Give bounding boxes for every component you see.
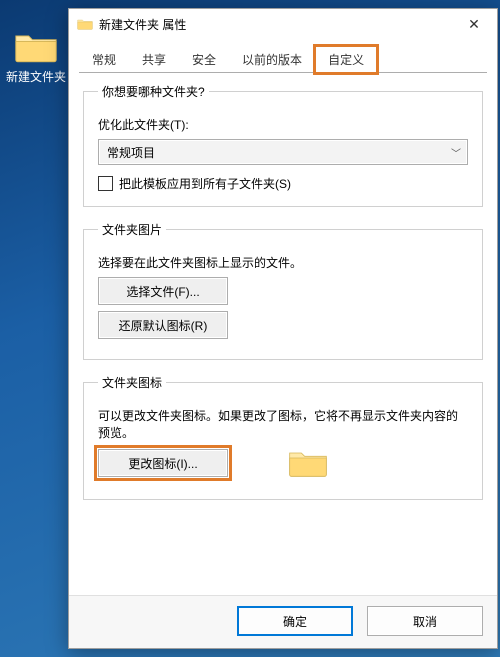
desktop-background: 新建文件夹 新建文件夹 属性 ✕ 常规 共享 安全 以前的版本 自定义 你想要哪… — [0, 0, 500, 657]
dialog-title: 新建文件夹 属性 — [99, 16, 451, 33]
folder-picture-description: 选择要在此文件夹图标上显示的文件。 — [98, 254, 468, 271]
apply-subfolders-row[interactable]: 把此模板应用到所有子文件夹(S) — [98, 175, 468, 192]
group-folder-picture-legend: 文件夹图片 — [98, 221, 166, 238]
optimize-dropdown-value: 常规项目 — [107, 144, 155, 161]
tab-customize[interactable]: 自定义 — [315, 46, 377, 73]
chevron-down-icon: ﹀ — [451, 145, 461, 160]
desktop-folder-shortcut[interactable]: 新建文件夹 — [6, 30, 66, 85]
tab-security[interactable]: 安全 — [179, 46, 229, 73]
customize-sheet: 你想要哪种文件夹? 优化此文件夹(T): 常规项目 ﹀ 把此模板应用到所有子文件… — [69, 73, 497, 595]
cancel-button[interactable]: 取消 — [367, 606, 483, 636]
desktop-folder-label: 新建文件夹 — [6, 68, 66, 85]
folder-icon-preview — [288, 447, 328, 479]
ok-button[interactable]: 确定 — [237, 606, 353, 636]
titlebar[interactable]: 新建文件夹 属性 ✕ — [69, 9, 497, 39]
optimize-label: 优化此文件夹(T): — [98, 116, 468, 133]
tab-previous[interactable]: 以前的版本 — [229, 46, 315, 73]
titlebar-folder-icon — [77, 17, 93, 31]
apply-subfolders-label: 把此模板应用到所有子文件夹(S) — [119, 175, 291, 192]
restore-default-icon-button[interactable]: 还原默认图标(R) — [98, 311, 228, 339]
group-folder-picture: 文件夹图片 选择要在此文件夹图标上显示的文件。 选择文件(F)... 还原默认图… — [83, 221, 483, 360]
tab-strip: 常规 共享 安全 以前的版本 自定义 — [69, 39, 497, 72]
close-button[interactable]: ✕ — [451, 9, 497, 39]
close-icon: ✕ — [468, 16, 480, 33]
tab-general[interactable]: 常规 — [79, 46, 129, 73]
optimize-dropdown[interactable]: 常规项目 ﹀ — [98, 139, 468, 165]
tab-sharing[interactable]: 共享 — [129, 46, 179, 73]
folder-icon-description: 可以更改文件夹图标。如果更改了图标，它将不再显示文件夹内容的预览。 — [98, 407, 468, 441]
properties-dialog: 新建文件夹 属性 ✕ 常规 共享 安全 以前的版本 自定义 你想要哪种文件夹? … — [68, 8, 498, 649]
group-folder-icon-legend: 文件夹图标 — [98, 374, 166, 391]
group-folder-icon: 文件夹图标 可以更改文件夹图标。如果更改了图标，它将不再显示文件夹内容的预览。 … — [83, 374, 483, 500]
dialog-footer: 确定 取消 — [69, 595, 497, 648]
change-icon-button[interactable]: 更改图标(I)... — [98, 449, 228, 477]
folder-icon — [14, 30, 58, 64]
choose-file-button[interactable]: 选择文件(F)... — [98, 277, 228, 305]
apply-subfolders-checkbox[interactable] — [98, 176, 113, 191]
group-folder-type-legend: 你想要哪种文件夹? — [98, 83, 209, 100]
group-folder-type: 你想要哪种文件夹? 优化此文件夹(T): 常规项目 ﹀ 把此模板应用到所有子文件… — [83, 83, 483, 207]
